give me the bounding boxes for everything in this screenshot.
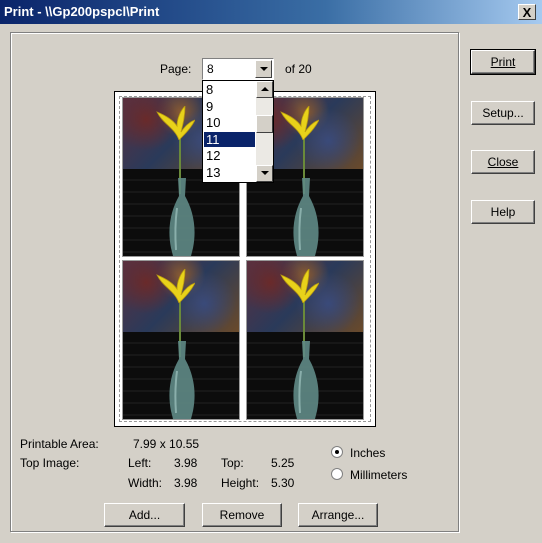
inches-radio[interactable] <box>331 446 343 458</box>
millimeters-radio[interactable] <box>331 468 343 480</box>
top-value: 5.25 <box>271 456 295 470</box>
page-dropdown-list[interactable]: 8 9 10 11 12 13 <box>202 80 274 183</box>
glass-vase-icon <box>293 178 319 256</box>
page-label: Page: <box>160 62 192 76</box>
help-button[interactable]: Help <box>471 200 535 224</box>
page-option[interactable]: 12 <box>204 148 255 163</box>
scroll-thumb[interactable] <box>256 115 273 133</box>
lily-flower-icon <box>280 106 319 140</box>
add-button[interactable]: Add... <box>104 503 185 527</box>
close-icon: X <box>522 5 532 20</box>
window-title: Print - \\Gp200pspcl\Print <box>4 4 160 19</box>
scroll-up-button[interactable] <box>256 81 273 98</box>
printable-area-label: Printable Area: <box>20 437 99 451</box>
inches-label[interactable]: Inches <box>350 446 385 460</box>
page-option[interactable]: 13 <box>204 165 255 180</box>
height-label: Height: <box>221 476 260 490</box>
page-option[interactable]: 8 <box>204 82 255 97</box>
print-button-label: Print <box>490 55 516 69</box>
width-label: Width: <box>128 476 163 490</box>
page-select-value: 8 <box>207 62 214 76</box>
glass-vase-icon <box>169 341 195 419</box>
lily-flower-icon <box>156 269 195 303</box>
height-value: 5.30 <box>271 476 295 490</box>
dropdown-scrollbar[interactable] <box>256 81 273 182</box>
print-button[interactable]: Print <box>470 49 536 75</box>
preview-image-tile[interactable] <box>246 260 364 420</box>
page-option[interactable]: 9 <box>204 99 255 114</box>
close-window-button[interactable]: X <box>518 4 536 20</box>
arrange-button[interactable]: Arrange... <box>298 503 378 527</box>
page-select[interactable]: 8 <box>202 58 274 80</box>
width-value: 3.98 <box>174 476 198 490</box>
left-label: Left: <box>128 456 152 470</box>
close-button[interactable]: Close <box>471 150 535 174</box>
preview-image-tile[interactable] <box>122 260 240 420</box>
left-value: 3.98 <box>174 456 198 470</box>
setup-button[interactable]: Setup... <box>471 101 535 125</box>
printable-area-value: 7.99 x 10.55 <box>133 437 200 451</box>
chevron-up-icon <box>261 87 269 91</box>
glass-vase-icon <box>169 178 195 256</box>
page-count: of 20 <box>285 62 312 76</box>
scroll-down-button[interactable] <box>256 165 273 182</box>
close-button-label: Close <box>487 155 519 169</box>
page-dropdown-button[interactable] <box>255 60 272 78</box>
lily-flower-icon <box>280 269 319 303</box>
top-image-label: Top Image: <box>20 456 80 470</box>
page-option[interactable]: 10 <box>204 115 255 130</box>
radio-selected-dot <box>335 450 339 454</box>
title-bar: Print - \\Gp200pspcl\Print X <box>0 0 542 24</box>
glass-vase-icon <box>293 341 319 419</box>
chevron-down-icon <box>261 171 269 175</box>
page-option[interactable]: 11 <box>204 131 255 147</box>
top-label: Top: <box>221 456 244 470</box>
lily-flower-icon <box>156 106 195 140</box>
millimeters-label[interactable]: Millimeters <box>350 468 407 482</box>
chevron-down-icon <box>260 67 268 71</box>
remove-button[interactable]: Remove <box>202 503 282 527</box>
